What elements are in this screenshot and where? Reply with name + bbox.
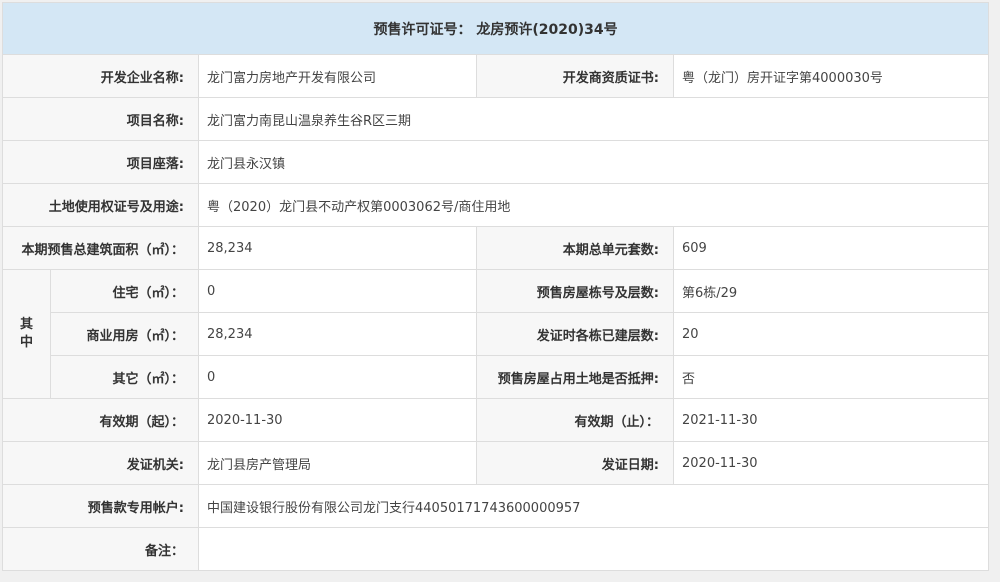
valid-from-label: 有效期（起）： — [2, 398, 199, 442]
account-label: 预售款专用帐户: — [2, 484, 199, 528]
other-label: 其它（㎡）： — [50, 355, 199, 399]
row-other: 其它（㎡）： 0 预售房屋占用土地是否抵押: 否 — [3, 355, 990, 399]
row-commercial: 商业用房（㎡）： 28,234 发证时各栋已建层数: 20 — [3, 312, 990, 356]
building-floors-label: 预售房屋栋号及层数: — [476, 269, 674, 313]
mortgage-label: 预售房屋占用土地是否抵押: — [476, 355, 674, 399]
remarks-label: 备注： — [2, 527, 199, 571]
row-account: 预售款专用帐户: 中国建设银行股份有限公司龙门支行440501717436000… — [2, 484, 990, 528]
permit-title: 预售许可证号： 龙房预许(2020)34号 — [1, 2, 990, 55]
other-value: 0 — [198, 355, 477, 399]
land-cert-value: 粤（2020）龙门县不动产权第0003062号/商住用地 — [197, 183, 990, 227]
commercial-value: 28,234 — [198, 312, 477, 356]
row-location: 项目座落: 龙门县永汉镇 — [2, 140, 990, 184]
valid-to-label: 有效期（止）： — [476, 398, 674, 442]
permit-table-container: 预售许可证号： 龙房预许(2020)34号 开发企业名称: 龙门富力房地产开发有… — [1, 2, 990, 571]
row-validity: 有效期（起）： 2020-11-30 有效期（止）： 2021-11-30 — [2, 398, 990, 442]
valid-to-value: 2021-11-30 — [672, 398, 990, 442]
row-total-area: 本期预售总建筑面积（㎡）： 28,234 本期总单元套数: 609 — [2, 226, 990, 270]
row-issuer: 发证机关: 龙门县房产管理局 发证日期: 2020-11-30 — [2, 441, 990, 485]
location-value: 龙门县永汉镇 — [197, 140, 990, 184]
built-floors-value: 20 — [672, 312, 990, 356]
project-name-label: 项目名称: — [2, 97, 199, 141]
total-area-label: 本期预售总建筑面积（㎡）： — [2, 226, 199, 270]
location-label: 项目座落: — [2, 140, 199, 184]
total-area-value: 28,234 — [198, 226, 477, 270]
issuer-value: 龙门县房产管理局 — [198, 441, 477, 485]
issue-date-label: 发证日期: — [476, 441, 674, 485]
account-value: 中国建设银行股份有限公司龙门支行44050171743600000957 — [197, 484, 990, 528]
issuer-label: 发证机关: — [2, 441, 199, 485]
valid-from-value: 2020-11-30 — [198, 398, 477, 442]
qualification-label: 开发商资质证书: — [476, 54, 674, 98]
qizhong-label: 其 中 — [2, 269, 51, 399]
issue-date-value: 2020-11-30 — [672, 441, 990, 485]
row-developer: 开发企业名称: 龙门富力房地产开发有限公司 开发商资质证书: 粤（龙门）房开证字… — [2, 54, 990, 98]
developer-value: 龙门富力房地产开发有限公司 — [198, 54, 477, 98]
row-project-name: 项目名称: 龙门富力南昆山温泉养生谷R区三期 — [2, 97, 990, 141]
commercial-label: 商业用房（㎡）： — [50, 312, 199, 356]
title-row: 预售许可证号： 龙房预许(2020)34号 — [1, 2, 990, 55]
residential-value: 0 — [198, 269, 477, 313]
total-units-value: 609 — [672, 226, 990, 270]
qizhong-char-1: 其 — [19, 317, 33, 332]
row-residential: 其 中 住宅（㎡）： 0 预售房屋栋号及层数: 第6栋/29 — [2, 269, 990, 399]
row-remarks: 备注： — [2, 527, 990, 571]
qualification-value: 粤（龙门）房开证字第4000030号 — [672, 54, 990, 98]
qizhong-char-2: 中 — [19, 335, 33, 350]
presale-permit-table: 预售许可证号： 龙房预许(2020)34号 开发企业名称: 龙门富力房地产开发有… — [1, 2, 990, 571]
residential-label: 住宅（㎡）： — [50, 269, 199, 313]
land-cert-label: 土地使用权证号及用途: — [2, 183, 199, 227]
developer-label: 开发企业名称: — [2, 54, 199, 98]
built-floors-label: 发证时各栋已建层数: — [476, 312, 674, 356]
total-units-label: 本期总单元套数: — [476, 226, 674, 270]
remarks-value — [197, 527, 990, 571]
building-floors-value: 第6栋/29 — [672, 269, 990, 313]
mortgage-value: 否 — [672, 355, 990, 399]
row-land-cert: 土地使用权证号及用途: 粤（2020）龙门县不动产权第0003062号/商住用地 — [2, 183, 990, 227]
project-name-value: 龙门富力南昆山温泉养生谷R区三期 — [197, 97, 990, 141]
